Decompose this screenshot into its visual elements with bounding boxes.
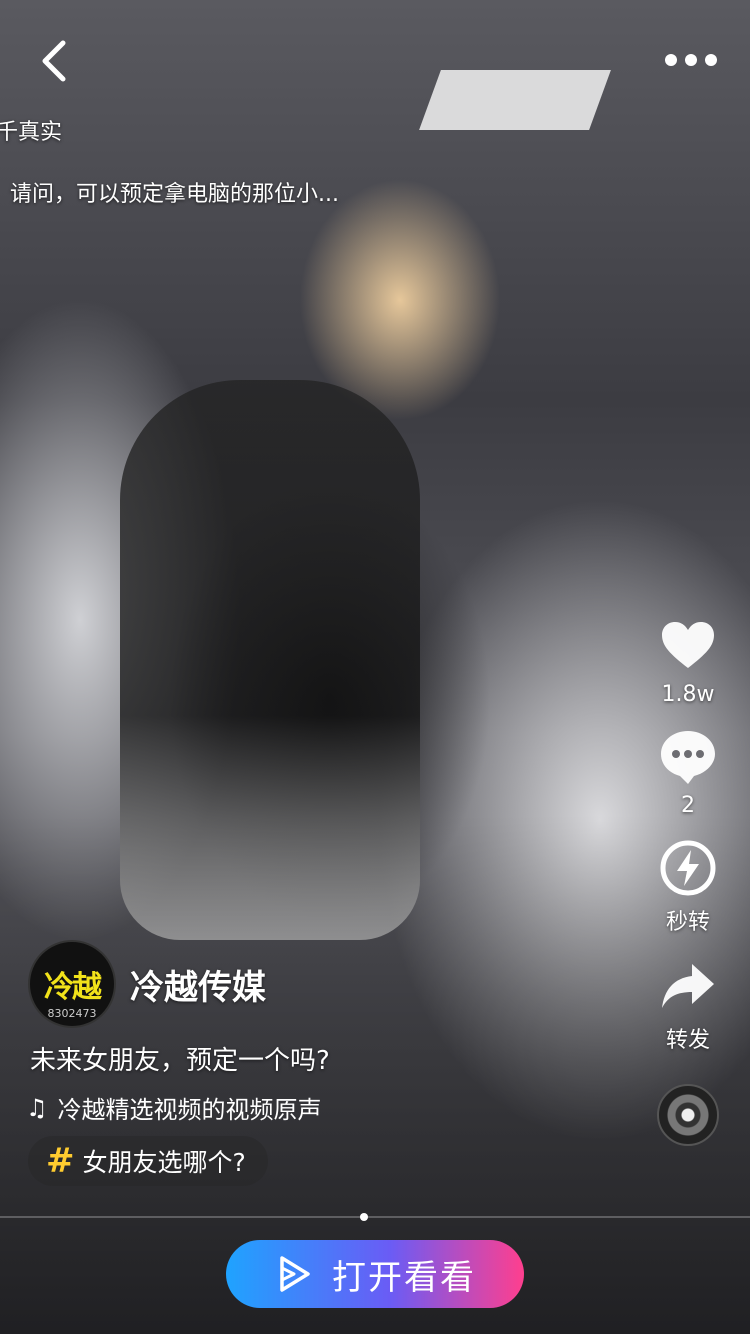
play-icon: [280, 1256, 310, 1292]
comment-button[interactable]: 2: [658, 727, 718, 818]
more-button[interactable]: [656, 40, 726, 80]
music-row[interactable]: ♫ 冷越精选视频的视频原声: [26, 1090, 322, 1125]
forward-label: 转发: [665, 1028, 710, 1053]
video-caption: 未来女朋友，预定一个吗?: [30, 1046, 330, 1076]
back-button[interactable]: [26, 36, 82, 86]
avatar-logo-text: 冷越: [44, 970, 102, 1005]
hashtag-pill[interactable]: # 女朋友选哪个?: [28, 1136, 268, 1186]
forward-button[interactable]: 转发: [658, 956, 718, 1054]
music-title: 冷越精选视频的视频原声: [57, 1096, 322, 1124]
avatar-logo-subtext: 8302473: [47, 1007, 97, 1020]
overlay-comment: 请问，可以预定拿电脑的那位小...: [10, 182, 339, 207]
comment-bubble-icon: [658, 727, 718, 787]
video-progress-handle[interactable]: [360, 1213, 368, 1221]
author-row: 冷越 8302473 冷越传媒: [28, 940, 266, 1028]
open-app-button[interactable]: 打开看看: [226, 1240, 524, 1308]
hashtag-text: 女朋友选哪个?: [82, 1148, 246, 1177]
heart-icon: [658, 616, 718, 676]
more-dot: [665, 54, 677, 66]
like-button[interactable]: 1.8w: [658, 616, 718, 707]
lightning-icon: [658, 838, 718, 898]
hashtag-icon: #: [46, 1141, 75, 1181]
ceiling-light: [419, 70, 611, 130]
music-note-icon: ♫: [26, 1093, 48, 1122]
avatar[interactable]: 冷越 8302473: [28, 940, 116, 1028]
music-disc[interactable]: [657, 1084, 719, 1146]
quick-share-button[interactable]: 秒转: [658, 838, 718, 936]
share-arrow-icon: [658, 956, 718, 1016]
action-rail: 1.8w 2 秒转 转发: [652, 616, 724, 1146]
video-progress-track[interactable]: [0, 1216, 750, 1218]
like-count: 1.8w: [661, 682, 715, 707]
overlay-comment: 千真实: [0, 120, 63, 145]
quick-share-label: 秒转: [665, 910, 710, 935]
more-dot: [685, 54, 697, 66]
chevron-left-icon: [42, 40, 66, 82]
more-dot: [705, 54, 717, 66]
open-app-label: 打开看看: [332, 1257, 476, 1298]
author-name[interactable]: 冷越传媒: [130, 960, 266, 1009]
comment-count: 2: [681, 793, 695, 818]
